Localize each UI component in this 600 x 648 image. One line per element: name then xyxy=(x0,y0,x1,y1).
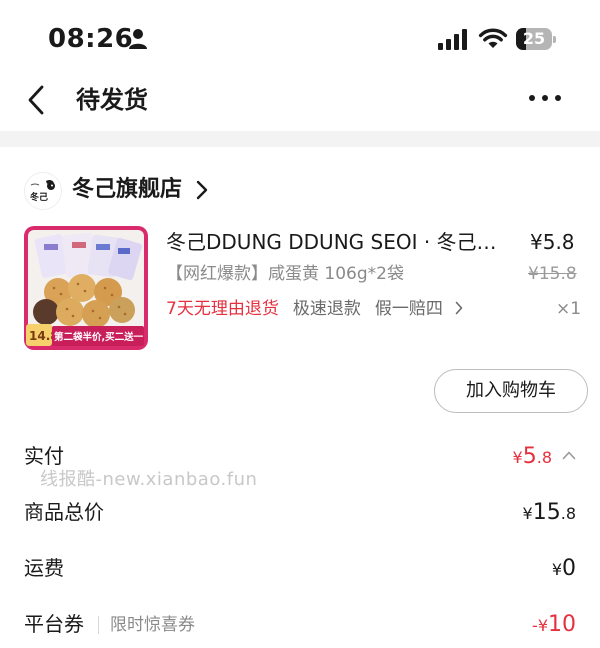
chevron-up-icon[interactable] xyxy=(562,450,576,460)
paid-amount[interactable]: ¥5.8 xyxy=(513,441,576,473)
battery-tip xyxy=(553,36,556,43)
shop-name: 冬己旗舰店 xyxy=(72,177,183,202)
shipping-int: 0 xyxy=(562,556,576,581)
signal-icon xyxy=(438,29,467,50)
chevron-right-icon xyxy=(196,180,208,200)
shipping-amount: ¥0 xyxy=(552,553,576,585)
coupon-divider xyxy=(98,616,99,634)
shipping-currency: ¥ xyxy=(551,560,562,579)
paid-int: 5 xyxy=(522,444,537,469)
product-original-price: ¥15.8 xyxy=(528,264,577,284)
shop-logo-text: 冬己 xyxy=(30,191,48,203)
paid-label: 实付 xyxy=(24,444,64,468)
product-quantity: ×1 xyxy=(556,299,582,319)
paid-dec: .8 xyxy=(536,448,552,467)
shipping-label: 运费 xyxy=(24,556,64,580)
service-tag-return: 7天无理由退货 xyxy=(166,299,279,319)
status-time: 08:26 xyxy=(48,24,134,54)
add-to-cart-button[interactable]: 加入购物车 xyxy=(434,369,588,413)
page-title: 待发货 xyxy=(76,86,148,114)
paid-currency: ¥ xyxy=(512,448,523,467)
goods-total-int: 15 xyxy=(532,500,561,525)
product-spec: 【网红爆款】咸蛋黄 106g*2袋 xyxy=(166,264,404,284)
service-tag-refund: 极速退款 xyxy=(292,299,361,319)
person-icon xyxy=(129,29,147,49)
coupon-sub-label: 限时惊喜券 xyxy=(110,615,195,635)
coupon-label: 平台券 xyxy=(24,612,84,636)
wifi-icon xyxy=(478,28,508,48)
shop-logo: 冬己 xyxy=(24,172,62,210)
battery-percent: 25 xyxy=(522,29,546,48)
goods-total-amount: ¥15.8 xyxy=(523,497,576,529)
product-thumbnail[interactable]: 14.8 第二袋半价,买二送一 xyxy=(24,226,148,350)
nav-bar: 待发货 xyxy=(0,72,600,128)
coupon-int: 10 xyxy=(548,612,576,637)
product-title[interactable]: 冬己DDUNG DDUNG SEOI · 冬己… xyxy=(166,228,522,256)
goods-total-currency: ¥ xyxy=(522,504,533,523)
chevron-right-icon xyxy=(455,301,463,315)
thumb-promo-banner: 第二袋半价,买二送一 xyxy=(54,331,144,343)
service-tags[interactable]: 7天无理由退货 极速退款 假一赔四 xyxy=(166,296,463,322)
section-divider xyxy=(0,131,600,147)
status-bar: 08:26 25 xyxy=(0,0,600,80)
battery-icon: 25 xyxy=(516,28,556,50)
watermark: 线报酷-new.xianbao.fun xyxy=(40,469,258,490)
service-tag-guarantee: 假一赔四 xyxy=(374,299,443,319)
back-icon[interactable] xyxy=(24,84,48,116)
shop-row[interactable]: 冬己 冬己旗舰店 xyxy=(24,170,424,210)
product-price: ¥5.8 xyxy=(530,230,575,254)
coupon-prefix: -¥ xyxy=(532,616,548,635)
goods-total-label: 商品总价 xyxy=(24,500,104,524)
goods-total-dec: .8 xyxy=(560,504,576,523)
coupon-amount: -¥10 xyxy=(532,609,576,641)
more-icon[interactable] xyxy=(528,92,562,104)
